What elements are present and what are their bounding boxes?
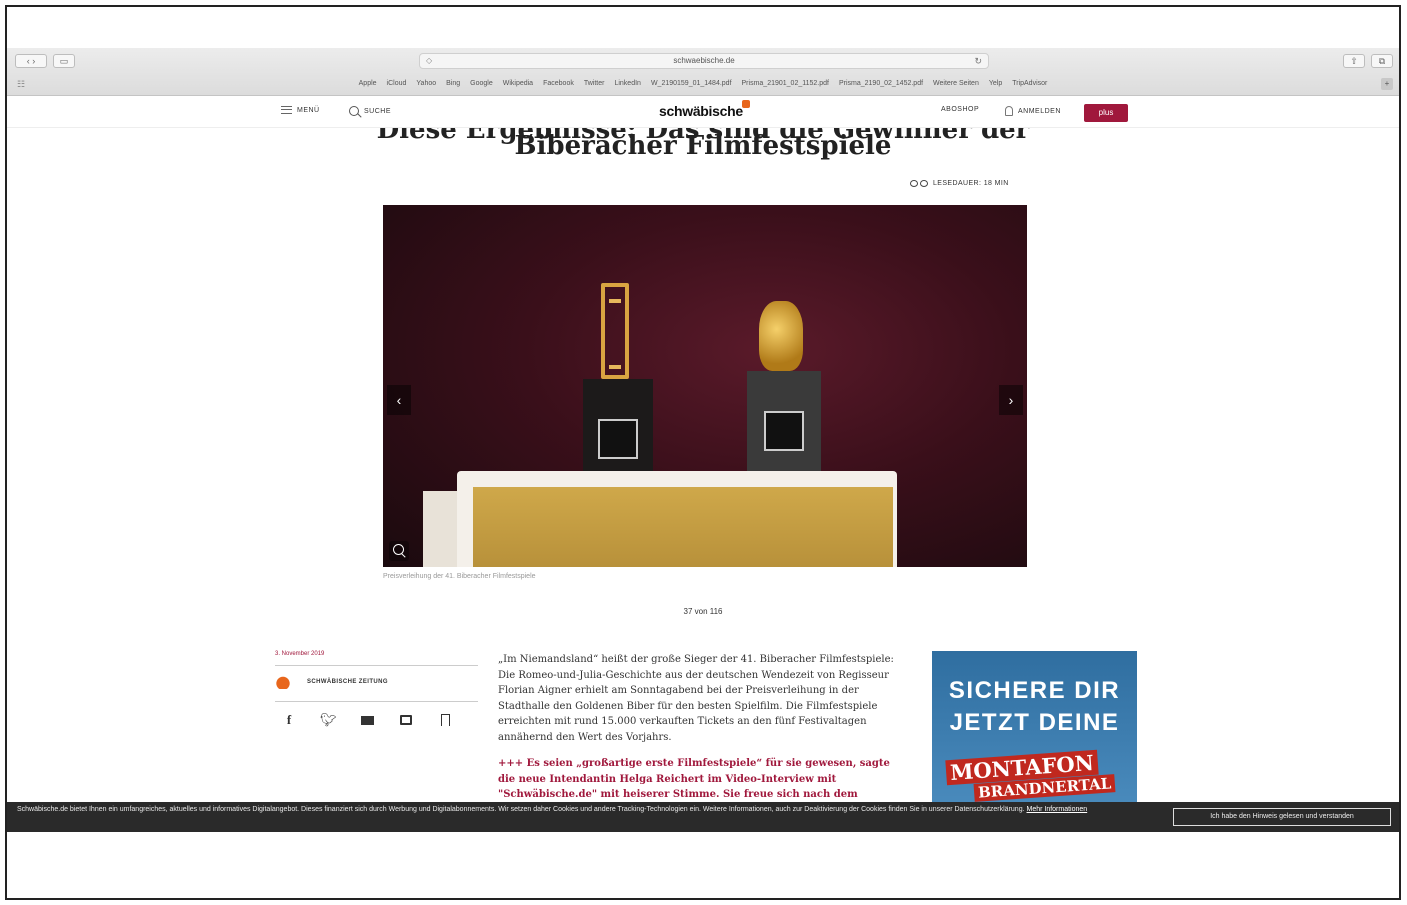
privacy-shield-icon: ◇ bbox=[426, 56, 433, 65]
aboshop-label: ABOSHOP bbox=[941, 106, 980, 113]
ad-line-1: SICHERE DIR bbox=[948, 677, 1121, 704]
sidebar-toggle-icon[interactable]: ▭ bbox=[53, 54, 75, 68]
back-forward-buttons[interactable]: ‹ › bbox=[15, 54, 47, 68]
bookmark-item[interactable]: W_2190159_01_1484.pdf bbox=[651, 76, 732, 92]
read-time-label: LESEDAUER: 18 MIN bbox=[933, 179, 1009, 187]
gallery-prev-button[interactable]: ‹ bbox=[387, 385, 411, 415]
stage-side bbox=[423, 491, 461, 567]
photo-gallery[interactable]: ‹ › bbox=[383, 205, 1027, 567]
share-bar: f 🐦︎ bbox=[281, 713, 453, 729]
article-highlight: +++ Es seien „großartige erste Filmfests… bbox=[498, 758, 890, 800]
golden-beaver-trophy bbox=[759, 301, 803, 371]
divider bbox=[275, 665, 478, 666]
bookmark-item[interactable]: Twitter bbox=[584, 76, 605, 92]
bookmarks-bar: Apple iCloud Yahoo Bing Google Wikipedia… bbox=[7, 76, 1399, 92]
publisher-logo-icon bbox=[275, 675, 291, 689]
address-bar[interactable]: ◇ schwaebische.de ↻ bbox=[419, 53, 989, 69]
divider bbox=[275, 701, 478, 702]
logo-mark-icon bbox=[741, 100, 750, 108]
bookmark-item[interactable]: Apple bbox=[359, 76, 377, 92]
plus-button[interactable]: plus bbox=[1084, 104, 1128, 122]
browser-toolbar: ‹ › ▭ ◇ schwaebische.de ↻ ⇧ ⧉ ☷ Apple iC… bbox=[7, 48, 1399, 96]
more-info-link[interactable]: Mehr Informationen bbox=[1026, 806, 1087, 813]
bookmark-item[interactable]: Prisma_2190_02_1452.pdf bbox=[839, 76, 923, 92]
stage-panel bbox=[473, 487, 893, 567]
aboshop-link[interactable]: ABOSHOP bbox=[941, 106, 979, 113]
add-bookmark-icon[interactable]: + bbox=[1381, 78, 1393, 90]
search-icon bbox=[349, 106, 359, 116]
bookmark-item[interactable]: Prisma_21901_02_1152.pdf bbox=[742, 76, 829, 92]
site-header: MENÜ SUCHE schwäbische ABOSHOP ANMELDEN … bbox=[7, 96, 1399, 128]
bookmark-item[interactable]: Bing bbox=[446, 76, 460, 92]
bookmark-item[interactable]: LinkedIn bbox=[614, 76, 640, 92]
trophy-plaque bbox=[598, 419, 638, 459]
site-logo-text: schwäbische bbox=[659, 103, 743, 119]
bookmark-item[interactable]: Wikipedia bbox=[503, 76, 533, 92]
trophy-pedestal bbox=[747, 371, 821, 471]
share-icon[interactable]: ⇧ bbox=[1343, 54, 1365, 68]
cookie-message: Schwäbische.de bietet Ihnen ein umfangre… bbox=[17, 806, 1025, 813]
mail-icon[interactable] bbox=[359, 713, 375, 729]
read-time: LESEDAUER: 18 MIN bbox=[910, 179, 1009, 187]
film-strip-trophy bbox=[601, 283, 629, 379]
bookmark-icon[interactable] bbox=[437, 713, 453, 729]
menu-button[interactable]: MENÜ bbox=[281, 106, 320, 114]
search-button[interactable]: SUCHE bbox=[349, 106, 391, 116]
trophy-plaque bbox=[764, 411, 804, 451]
zoom-icon[interactable] bbox=[389, 541, 409, 561]
cookie-text: Schwäbische.de bietet Ihnen ein umfangre… bbox=[17, 805, 1157, 815]
hamburger-icon bbox=[281, 106, 292, 114]
bookmark-item[interactable]: TripAdvisor bbox=[1012, 76, 1047, 92]
bookmark-item[interactable]: Google bbox=[470, 76, 493, 92]
bookmark-item[interactable]: Weitere Seiten bbox=[933, 76, 979, 92]
publisher-name: SCHWÄBISCHE ZEITUNG bbox=[307, 679, 388, 685]
top-margin bbox=[7, 7, 1399, 48]
screenshot-frame: ‹ › ▭ ◇ schwaebische.de ↻ ⇧ ⧉ ☷ Apple iC… bbox=[5, 5, 1401, 900]
login-label: ANMELDEN bbox=[1018, 107, 1061, 115]
user-icon bbox=[1005, 106, 1013, 116]
address-bar-url: schwaebische.de bbox=[673, 56, 735, 65]
plus-label: plus bbox=[1098, 108, 1114, 117]
bookmark-item[interactable]: iCloud bbox=[387, 76, 407, 92]
cookie-banner: Schwäbische.de bietet Ihnen ein umfangre… bbox=[7, 802, 1399, 832]
print-icon[interactable] bbox=[398, 713, 414, 729]
ad-line-2: JETZT DEINE bbox=[949, 709, 1120, 736]
publisher: SCHWÄBISCHE ZEITUNG bbox=[275, 675, 388, 689]
login-button[interactable]: ANMELDEN bbox=[1005, 106, 1061, 116]
gallery-counter: 37 von 116 bbox=[683, 607, 723, 616]
facebook-icon[interactable]: f bbox=[281, 713, 297, 729]
article-body: „Im Niemandsland“ heißt der große Sieger… bbox=[498, 654, 894, 743]
site-logo[interactable]: schwäbische bbox=[659, 100, 750, 119]
cookie-accept-button[interactable]: Ich habe den Hinweis gelesen und verstan… bbox=[1173, 808, 1391, 826]
gallery-caption: Preisverleihung der 41. Biberacher Filmf… bbox=[383, 573, 536, 580]
menu-label: MENÜ bbox=[297, 106, 320, 114]
search-label: SUCHE bbox=[364, 107, 392, 115]
bookmark-item[interactable]: Yelp bbox=[989, 76, 1002, 92]
advertisement[interactable]: SICHERE DIR JETZT DEINE MONTAFON BRANDNE… bbox=[932, 651, 1137, 809]
bookmark-item[interactable]: Facebook bbox=[543, 76, 574, 92]
gallery-next-button[interactable]: › bbox=[999, 385, 1023, 415]
glasses-icon bbox=[910, 179, 928, 187]
twitter-icon[interactable]: 🐦︎ bbox=[320, 713, 337, 729]
reload-icon[interactable]: ↻ bbox=[974, 54, 982, 68]
bookmark-item[interactable]: Yahoo bbox=[416, 76, 436, 92]
trophy-pedestal bbox=[583, 379, 653, 471]
article-date: 3. November 2019 bbox=[275, 651, 325, 657]
tabs-icon[interactable]: ⧉ bbox=[1371, 54, 1393, 68]
